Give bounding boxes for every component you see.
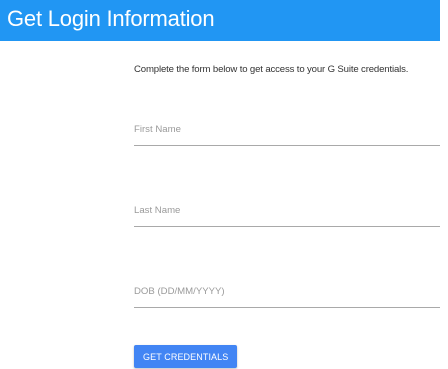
first-name-input[interactable] xyxy=(134,120,440,146)
dob-field xyxy=(134,282,440,308)
credentials-form: Complete the form below to get access to… xyxy=(134,0,440,369)
form-description: Complete the form below to get access to… xyxy=(134,64,409,75)
get-credentials-button[interactable]: GET CREDENTIALS xyxy=(134,345,238,368)
last-name-input[interactable] xyxy=(134,201,440,227)
dob-input[interactable] xyxy=(134,282,440,308)
login-info-page: Get Login Information Complete the form … xyxy=(0,0,448,369)
first-name-field xyxy=(134,120,440,146)
last-name-field xyxy=(134,201,440,227)
